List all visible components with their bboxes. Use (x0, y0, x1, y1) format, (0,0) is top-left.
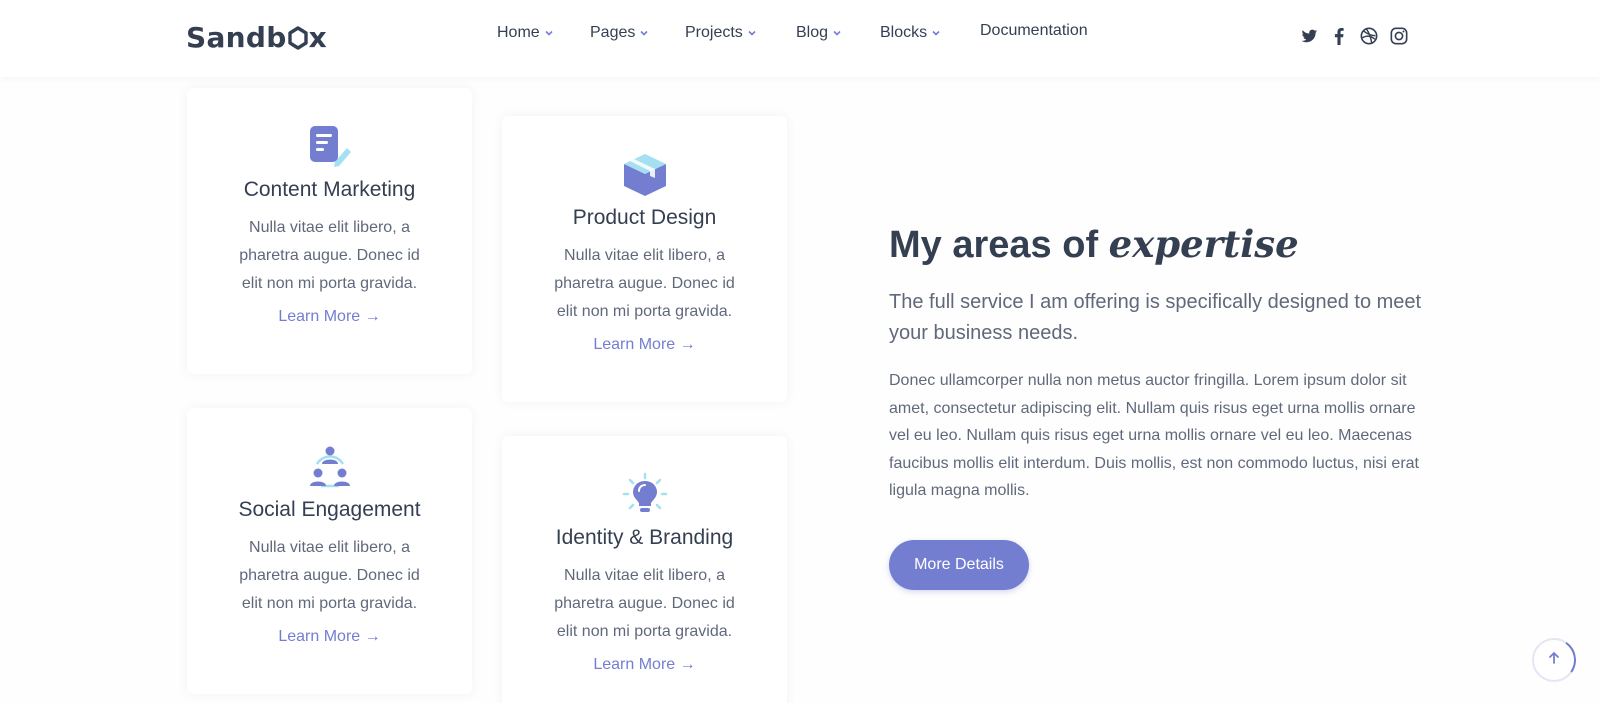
nav-item-projects[interactable]: Projects (685, 24, 757, 42)
card-description: Nulla vitae elit libero, a pharetra augu… (554, 567, 735, 640)
card-title: Content Marketing (243, 178, 416, 201)
chevron-down-icon (931, 28, 941, 38)
more-details-button[interactable]: More Details (889, 540, 1029, 590)
nav-label: Documentation (980, 22, 1088, 39)
service-card-content-marketing: Content Marketing Nulla vitae elit liber… (187, 88, 472, 374)
facebook-icon[interactable] (1330, 27, 1348, 45)
learn-more-link[interactable]: Learn More → (502, 336, 787, 354)
box-icon (502, 152, 787, 196)
learn-more-link[interactable]: Learn More → (187, 308, 472, 326)
logo-text-start: Sandb (186, 21, 287, 54)
lead-text: The full service I am offering is specif… (889, 291, 1422, 344)
card-title: Social Engagement (238, 498, 421, 521)
chevron-down-icon (747, 28, 757, 38)
nav-label: Home (497, 24, 540, 41)
nav-item-pages[interactable]: Pages (590, 24, 649, 42)
nav-label: Pages (590, 24, 636, 41)
document-edit-icon (187, 124, 472, 168)
nav-label: Blog (796, 24, 829, 41)
learn-more-link[interactable]: Learn More → (502, 656, 787, 674)
card-title: Product Design (572, 206, 717, 229)
service-card-identity-branding: Identity & Branding Nulla vitae elit lib… (502, 436, 787, 703)
arrow-up-icon (1547, 651, 1561, 670)
service-card-product-design: Product Design Nulla vitae elit libero, … (502, 116, 787, 402)
card-description: Nulla vitae elit libero, a pharetra augu… (554, 247, 735, 320)
team-network-icon (187, 444, 472, 490)
card-description: Nulla vitae elit libero, a pharetra augu… (239, 539, 420, 612)
logo-hexagon-icon (287, 26, 308, 50)
chevron-down-icon (639, 28, 649, 38)
scroll-to-top-button[interactable] (1532, 638, 1576, 682)
heading-emphasis: expertise (1108, 222, 1299, 266)
nav-item-home[interactable]: Home (497, 24, 554, 42)
instagram-icon[interactable] (1390, 27, 1408, 45)
site-header: Sandb x Home Pages Projects Blog Blocks … (0, 0, 1600, 77)
lightbulb-icon (502, 472, 787, 518)
service-card-social-engagement: Social Engagement Nulla vitae elit liber… (187, 408, 472, 694)
card-title: Identity & Branding (555, 526, 734, 549)
logo[interactable]: Sandb x (186, 20, 327, 56)
learn-more-link[interactable]: Learn More → (187, 628, 472, 646)
nav-item-blog[interactable]: Blog (796, 24, 842, 42)
nav-item-blocks[interactable]: Blocks (880, 24, 941, 42)
logo-text-end: x (308, 21, 327, 54)
dribbble-icon[interactable] (1360, 27, 1378, 45)
chevron-down-icon (832, 28, 842, 38)
nav-label: Blocks (880, 24, 928, 41)
chevron-down-icon (544, 28, 554, 38)
body-text: Donec ullamcorper nulla non metus auctor… (889, 372, 1419, 499)
twitter-icon[interactable] (1300, 27, 1318, 45)
card-description: Nulla vitae elit libero, a pharetra augu… (239, 219, 420, 292)
nav-item-documentation[interactable]: Documentation (980, 22, 1088, 40)
social-links (1300, 27, 1408, 45)
heading-prefix: My areas of (889, 224, 1099, 266)
nav-label: Projects (685, 24, 743, 41)
section-heading: My areas of expertise (889, 222, 1299, 267)
